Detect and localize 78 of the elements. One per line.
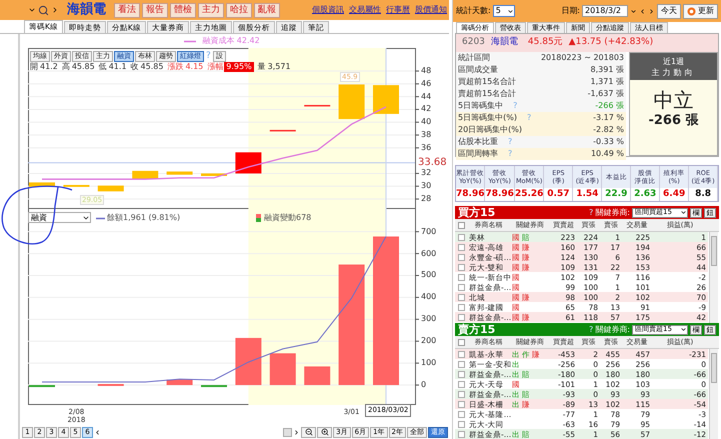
legend-label: 餘額1,961 (9.81%) <box>107 212 180 224</box>
metric-value: 1.54 <box>575 188 600 201</box>
axis-label: 40 <box>421 118 432 126</box>
axis-label: 400 <box>421 293 436 302</box>
stat-label: 佔股本比重 <box>458 136 498 148</box>
reference-line-label: 33.68 <box>418 158 447 168</box>
axis-label: 44 <box>421 92 432 101</box>
metric-value: 6.49 <box>662 188 686 201</box>
trend-amount: -266 張 <box>647 112 700 130</box>
stat-value: 20180223 ~ 201803 <box>540 52 624 64</box>
stat-value: 10.49 % <box>590 148 624 160</box>
axis-label: 30 <box>421 182 432 190</box>
axis-label: 300 <box>421 315 436 324</box>
axis-label: 32 <box>421 169 432 178</box>
legend-label: 融資變動678 <box>264 212 312 224</box>
quote-value: 4.15 <box>185 62 204 72</box>
axis-label: 700 <box>421 228 436 236</box>
stat-label: 20日籌碼集中(%) <box>458 124 522 136</box>
table-title: 賣方15 <box>458 324 496 335</box>
axis-label: 38 <box>421 131 432 140</box>
axis-label: 500 <box>421 271 436 280</box>
quote-label: 量 <box>258 62 266 72</box>
trend-title: 主力動向 <box>652 66 696 78</box>
quote-value: 9.95% <box>224 62 254 72</box>
quote-label: 低 <box>98 62 107 72</box>
stat-value: -266 張 <box>595 100 624 112</box>
stat-label: 5日籌碼集中(%) <box>458 112 517 124</box>
metric-value: 78.96 <box>456 188 484 201</box>
filter-label: 關鍵券商: <box>595 206 630 218</box>
stat-value: -0.33 % <box>593 136 624 148</box>
stat-label: 賣超前15名合計 <box>458 88 516 100</box>
axis-label: 200 <box>421 337 436 346</box>
metric-value: 22.9 <box>604 188 628 201</box>
stock-title: 海韻電 <box>67 0 106 20</box>
quote-label: 漲跌 <box>167 62 184 72</box>
stock-code: 6203 <box>462 36 485 50</box>
quote-value: 41.1 <box>108 62 127 72</box>
metric-value: 25.26 <box>514 188 544 201</box>
quote-value: 45.85 <box>140 62 164 72</box>
stat-value: -2.82 % <box>593 124 624 136</box>
axis-label: 42 <box>421 105 432 114</box>
quote-value: 41.2 <box>40 62 58 72</box>
stat-label: 買超前15名合計 <box>458 76 516 88</box>
stat-label: 區間成交量 <box>458 64 498 76</box>
axis-label: 36 <box>421 144 432 152</box>
quote-label: 高 <box>62 62 70 72</box>
axis-label: 100 <box>421 359 436 368</box>
trend-verdict: 中立 <box>652 89 694 111</box>
axis-label: 600 <box>421 250 436 258</box>
date-label: 日期: <box>561 5 580 17</box>
days-label: 統計天數: <box>456 5 491 17</box>
axis-label: 28 <box>421 195 432 204</box>
axis-label: 0 <box>421 381 426 390</box>
metric-value: 2.63 <box>633 188 658 201</box>
axis-label: 48 <box>421 67 432 76</box>
stat-value: -1,637 張 <box>588 88 624 100</box>
metric-value: 8.8 <box>694 188 712 201</box>
quote-label: 收 <box>130 62 139 72</box>
quote-value: 45.85 <box>72 62 95 72</box>
stock-name: 海韻電 <box>490 36 518 50</box>
quote-value: 3,571 <box>268 62 291 72</box>
stat-value: 1,371 張 <box>590 76 624 88</box>
quote-label: 開 <box>30 62 38 72</box>
stat-label: 統計區間 <box>458 52 490 64</box>
stat-label: 5日籌碼集中 <box>458 100 504 112</box>
metric-value: 78.96 <box>485 188 514 201</box>
quote-label: 漲幅 <box>207 62 224 72</box>
filter-label: 關鍵券商: <box>595 324 630 336</box>
table-title: 買方15 <box>458 207 496 218</box>
axis-label: 46 <box>421 80 432 88</box>
stock-change: ▲13.75 (+42.83%) <box>568 36 654 50</box>
stat-value: -3.17 % <box>593 112 624 124</box>
metric-value: 0.57 <box>546 188 570 201</box>
stock-price: 45.85元 <box>528 36 563 50</box>
stat-value: 8,391 張 <box>590 64 624 76</box>
stat-label: 區間周轉率 <box>458 148 498 160</box>
legend-label: 融資成本 42.42 <box>202 35 260 47</box>
trend-period: 近1週 <box>662 56 684 66</box>
